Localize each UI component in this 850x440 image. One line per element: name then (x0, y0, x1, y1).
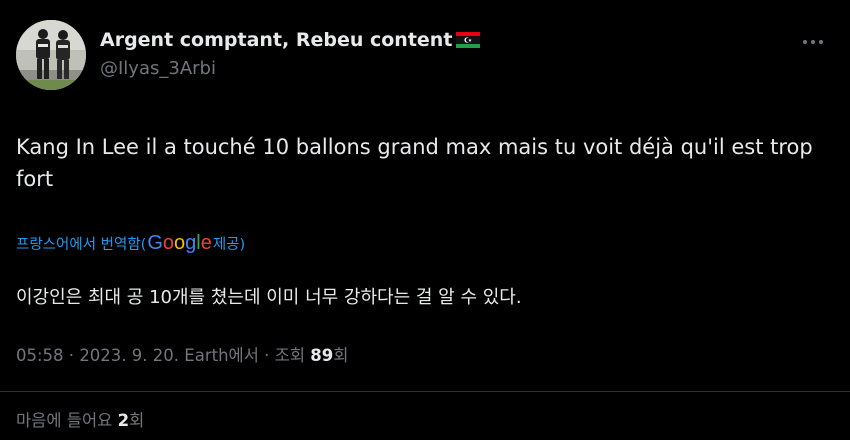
views-unit: 회 (333, 346, 349, 365)
views-count: 89 (310, 346, 334, 365)
divider (0, 391, 850, 392)
author-handle[interactable]: @Ilyas_3Arbi (100, 58, 216, 79)
avatar[interactable] (16, 20, 86, 90)
meta-separator-2: · (258, 346, 275, 365)
translation-attribution[interactable]: 프랑스어에서 번역함( Google 제공) (16, 232, 245, 255)
tweet-source: Earth에서 (184, 346, 259, 365)
translation-label-suffix: 제공) (212, 237, 246, 253)
likes-summary[interactable]: 마음에 들어요 2회 (16, 407, 144, 431)
tweet-text: Kang In Lee il a touché 10 ballons grand… (16, 135, 813, 191)
views-label: 조회 (274, 346, 306, 365)
author-display-name[interactable]: Argent comptant, Rebeu content (100, 29, 481, 51)
tweet-meta: 05:58 · 2023. 9. 20. Earth에서 · 조회 89회 (16, 342, 348, 366)
translated-text: 이강인은 최대 공 10개를 쳤는데 이미 너무 강하다는 걸 알 수 있다. (16, 287, 522, 308)
more-horizontal-icon[interactable] (798, 28, 828, 56)
meta-separator: · (63, 346, 80, 365)
tweet-date[interactable]: 2023. 9. 20. (79, 346, 179, 365)
likes-count: 2 (117, 411, 130, 430)
likes-label: 마음에 들어요 (16, 411, 113, 430)
translation-label-prefix: 프랑스어에서 번역함( (16, 237, 147, 253)
likes-unit: 회 (129, 411, 145, 430)
libya-flag-icon (456, 31, 481, 49)
google-logo: Google (147, 232, 212, 254)
display-name-text: Argent comptant, Rebeu content (100, 29, 453, 51)
tweet-time[interactable]: 05:58 (16, 346, 64, 365)
avatar-image (16, 20, 86, 90)
